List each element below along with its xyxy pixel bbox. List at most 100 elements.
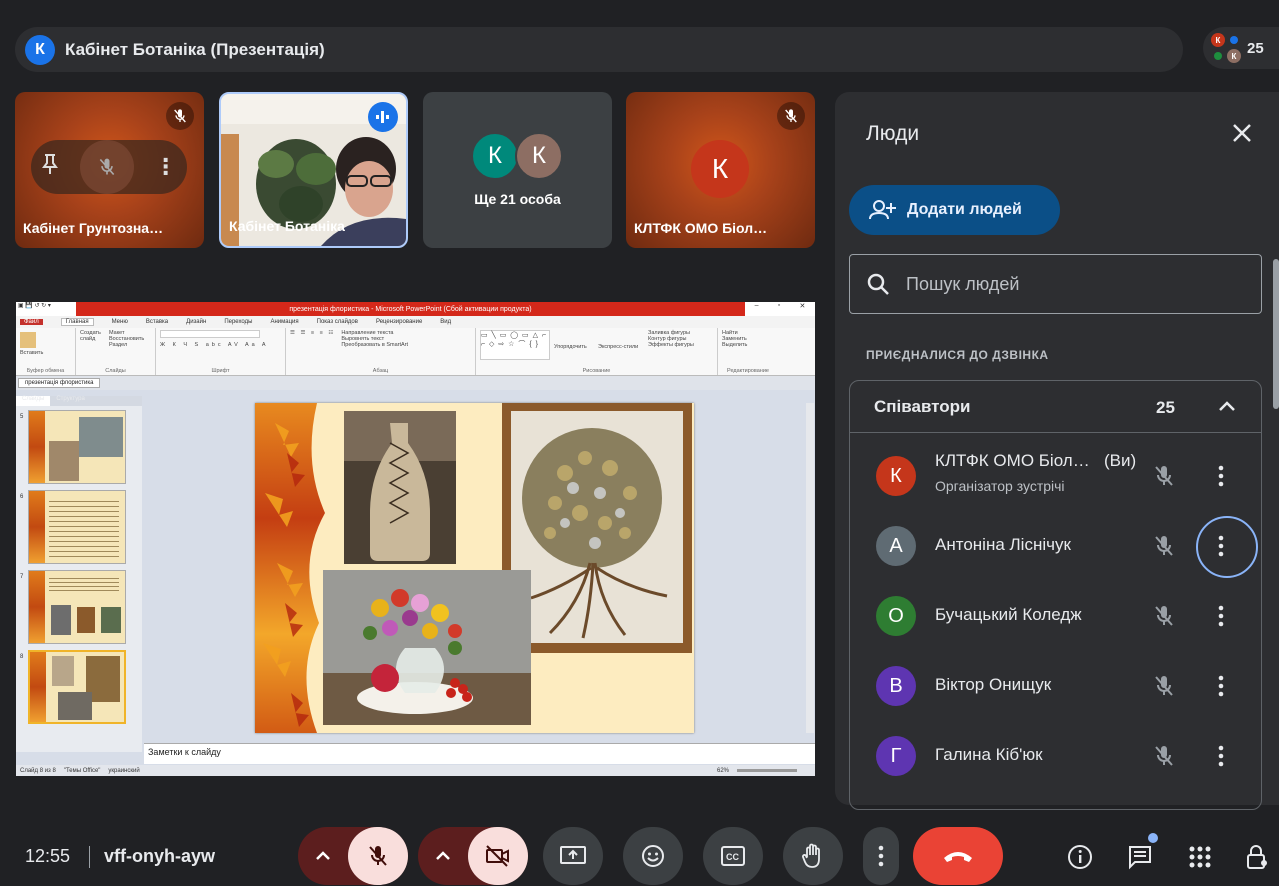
create-slide-button[interactable]: Создать слайд xyxy=(80,330,106,348)
smartart-button[interactable]: Преобразовать в SmartArt xyxy=(341,342,408,348)
participant-avatars: К К xyxy=(1211,33,1241,63)
microphone-toggle-button[interactable] xyxy=(348,827,408,885)
captions-icon: CC xyxy=(721,846,745,866)
more-options-icon[interactable] xyxy=(1218,674,1224,698)
participant-tile-speaking[interactable]: Кабінет Ботаніка xyxy=(219,92,408,248)
menu-item[interactable]: Анимация xyxy=(270,319,298,325)
pin-icon[interactable] xyxy=(41,153,59,181)
person-row[interactable]: Г Галина Кіб'юк xyxy=(850,721,1261,791)
participant-tile[interactable]: ⋮ Кабінет Грунтозна… xyxy=(15,92,204,248)
person-row[interactable]: В Віктор Онищук xyxy=(850,651,1261,721)
more-vert-icon xyxy=(878,845,884,867)
menu-home[interactable]: Главная xyxy=(60,318,94,326)
chevron-up-icon[interactable] xyxy=(1218,400,1236,412)
select-button[interactable]: Выделить xyxy=(722,342,774,348)
shape-effects-button[interactable]: Эффекты фигуры xyxy=(648,342,694,348)
raise-hand-button[interactable] xyxy=(783,827,843,885)
slide-scrollbar[interactable] xyxy=(806,403,814,733)
quick-styles-button[interactable]: Экспресс-стили xyxy=(598,330,644,360)
ppt-status-bar: Слайд 8 из 8 "Темы Office" украинский 62… xyxy=(16,765,815,776)
menu-item[interactable]: Дизайн xyxy=(186,319,206,325)
add-people-button[interactable]: Додати людей xyxy=(849,185,1060,235)
close-icon[interactable] xyxy=(1231,122,1253,149)
paragraph-buttons[interactable]: ☰ ☰ ≡ ≡ ☷ xyxy=(290,330,335,348)
slide-thumbnail[interactable] xyxy=(28,570,126,644)
menu-item[interactable]: Показ слайдов xyxy=(317,319,358,325)
speaking-indicator-icon xyxy=(368,102,398,132)
group-count: 25 xyxy=(1156,398,1175,417)
menu-item[interactable]: Меню xyxy=(112,319,128,325)
captions-button[interactable]: CC xyxy=(703,827,763,885)
leave-call-button[interactable] xyxy=(913,827,1003,885)
person-row[interactable]: О Бучацький Коледж xyxy=(850,581,1261,651)
menu-item[interactable]: Вставка xyxy=(146,319,168,325)
quick-access-toolbar[interactable]: ▣ 💾 ↺ ↻ ▾ xyxy=(16,302,76,316)
window-controls[interactable]: – ▫ ✕ xyxy=(745,302,815,316)
person-row[interactable]: А Антоніна Ліснічук xyxy=(850,511,1261,581)
focus-ring xyxy=(1196,516,1258,578)
doc-tab[interactable]: презентація флористика xyxy=(18,378,101,388)
contributors-group-header[interactable]: Співавтори 25 xyxy=(850,381,1261,433)
more-options-icon[interactable]: ⋮ xyxy=(155,154,177,180)
group-label: Абзац xyxy=(372,368,389,374)
pane-tab-outline[interactable]: Структура xyxy=(50,396,90,406)
people-panel: Люди Додати людей ПРИЄДНАЛИСЯ ДО ДЗВІНКА… xyxy=(835,92,1279,810)
mini-dot xyxy=(1214,52,1222,60)
lock-person-icon xyxy=(1247,845,1267,869)
font-name-select[interactable] xyxy=(160,330,260,338)
more-options-button[interactable] xyxy=(863,827,899,885)
shapes-gallery[interactable]: ▭ ╲ ▭ ◯ ▭ △ ⌐ ⌐ ◇ ⇨ ☆ ⌒ { } xyxy=(480,330,550,360)
activities-button[interactable] xyxy=(1180,837,1220,877)
more-options-icon[interactable] xyxy=(1218,534,1224,558)
chat-button[interactable] xyxy=(1120,833,1160,877)
apps-grid-icon xyxy=(1189,846,1211,868)
thumb-image xyxy=(58,692,92,720)
mic-options-button[interactable] xyxy=(298,851,348,861)
slide-thumbnail[interactable] xyxy=(28,410,126,484)
more-options-icon[interactable] xyxy=(1218,464,1224,488)
camera-toggle-button[interactable] xyxy=(468,827,528,885)
more-options-icon[interactable] xyxy=(1218,604,1224,628)
menu-item[interactable]: Рецензирование xyxy=(376,319,422,325)
others-tile[interactable]: К К Ще 21 особа xyxy=(423,92,612,248)
zoom-slider[interactable] xyxy=(737,769,797,772)
add-people-label: Додати людей xyxy=(907,201,1022,218)
panel-scrollbar[interactable] xyxy=(1273,259,1279,409)
slide-thumbnail[interactable] xyxy=(28,490,126,564)
thumb-image xyxy=(49,441,79,481)
current-slide[interactable] xyxy=(255,403,694,733)
person-row[interactable]: К КЛТФК ОМО Біол… (Ви) Організатор зустр… xyxy=(850,441,1261,511)
menu-item[interactable]: Переходы xyxy=(224,319,252,325)
slide-thumbnail-selected[interactable] xyxy=(28,650,126,724)
slide-artwork xyxy=(255,403,694,733)
camera-options-button[interactable] xyxy=(418,851,468,861)
avatar: О xyxy=(876,596,916,636)
mic-off-icon xyxy=(1155,536,1173,556)
arrange-button[interactable]: Упорядочить xyxy=(554,330,594,360)
mute-participant-icon[interactable] xyxy=(79,140,134,194)
section-button[interactable]: Раздел xyxy=(109,342,144,348)
present-screen-button[interactable] xyxy=(543,827,603,885)
host-controls-button[interactable] xyxy=(1240,837,1276,877)
hand-icon xyxy=(802,843,820,868)
thumb-text xyxy=(49,497,119,557)
paste-button[interactable]: Вставить xyxy=(20,350,71,356)
menu-file[interactable]: Файл xyxy=(20,319,43,325)
slide-notes[interactable]: Заметки к слайду xyxy=(144,743,815,764)
search-input[interactable] xyxy=(906,273,1236,295)
mic-off-icon xyxy=(777,102,805,130)
meeting-title-bar[interactable]: К Кабінет Ботаніка (Презентація) xyxy=(15,27,1183,72)
participant-counter-button[interactable]: К К 25 xyxy=(1203,27,1279,69)
more-options-icon[interactable] xyxy=(1218,744,1224,768)
pane-tab-slides[interactable]: Слайды xyxy=(16,396,51,406)
font-format-buttons[interactable]: Ж К Ч S abc AV Aa A xyxy=(160,342,281,348)
search-people-field[interactable] xyxy=(849,254,1262,314)
reactions-button[interactable] xyxy=(623,827,683,885)
menu-item[interactable]: Вид xyxy=(440,319,451,325)
participant-tile[interactable]: К КЛТФК ОМО Біол… xyxy=(626,92,815,248)
svg-text:CC: CC xyxy=(726,852,739,862)
mic-control-group xyxy=(298,827,408,885)
paste-icon[interactable] xyxy=(20,332,36,348)
presenter-avatar: К xyxy=(25,34,55,65)
meeting-info-button[interactable] xyxy=(1060,837,1100,877)
